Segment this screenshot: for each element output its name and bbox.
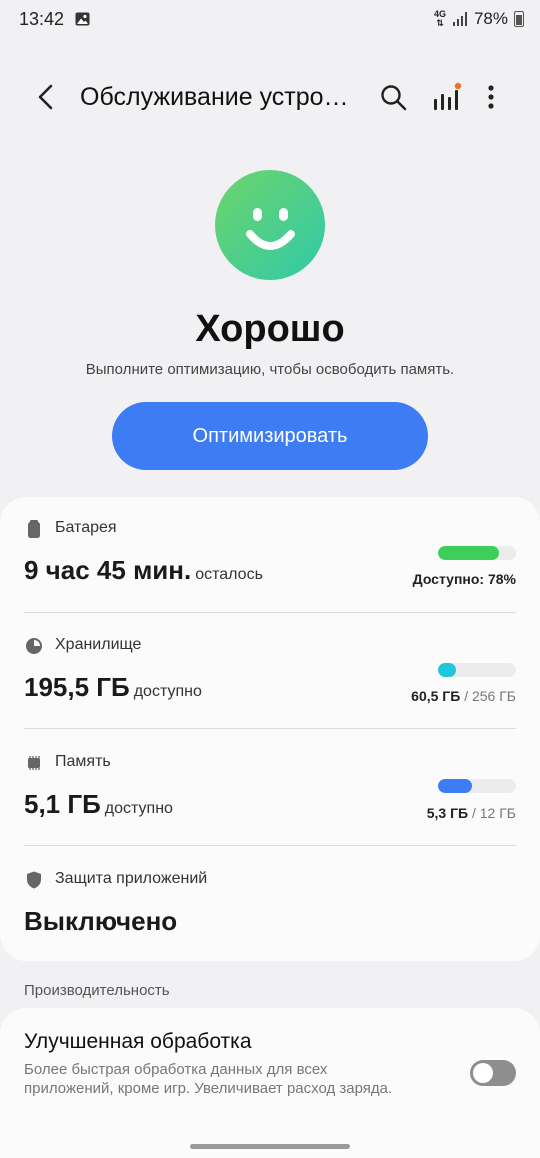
storage-pie-icon [26,638,42,654]
storage-value: 195,5 ГБ доступно [24,672,202,702]
home-indicator[interactable] [190,1144,350,1149]
memory-row[interactable]: Память 5,1 ГБ доступно 5,3 ГБ / 12 ГБ [24,753,516,845]
page-title: Обслуживание устройства [80,83,358,111]
gallery-icon [75,12,90,26]
device-status-title: Хорошо [195,308,345,350]
storage-usage-bar [438,663,516,677]
battery-value: 9 час 45 мин. осталось [24,555,263,585]
memory-usage-text: 5,3 ГБ / 12 ГБ [426,805,516,821]
stats-badge [454,82,462,90]
shield-icon [27,871,41,889]
enhanced-processing-card[interactable]: Улучшенная обработка Более быстрая обраб… [0,1008,540,1158]
storage-usage-text: 60,5 ГБ / 256 ГБ [411,688,516,704]
app-protection-value: Выключено [24,906,178,936]
battery-icon [514,11,524,27]
device-status-subtitle: Выполните оптимизацию, чтобы освободить … [85,361,455,378]
battery-level-bar [438,546,516,560]
storage-row[interactable]: Хранилище 195,5 ГБ доступно 60,5 ГБ / 256… [24,636,516,728]
more-vert-icon[interactable] [480,82,502,114]
enhanced-processing-title: Улучшенная обработка [24,1030,252,1053]
app-protection-row[interactable]: Защита приложений Выключено [24,870,516,950]
back-arrow-icon[interactable] [30,80,64,114]
status-bar: 13:42 4G ⇅ 78% [0,0,540,40]
status-time: 13:42 [19,9,65,29]
network-4g-icon: 4G ⇅ [433,9,446,28]
status-smiley-icon [215,170,325,280]
memory-chip-icon [28,756,40,770]
memory-usage-fill [438,779,473,793]
divider [24,845,516,846]
battery-available: Доступно: 78% [412,571,516,587]
search-icon[interactable] [378,82,410,114]
battery-row[interactable]: Батарея 9 час 45 мин. осталось Доступно: … [24,519,516,611]
stats-icon[interactable] [430,82,462,114]
memory-usage-bar [438,779,516,793]
battery-label: Батарея [55,519,117,536]
battery-percent: 78% [473,9,508,28]
app-bar: Обслуживание устройства [0,70,540,126]
signal-icon [452,12,467,26]
storage-label: Хранилище [55,636,142,653]
memory-value: 5,1 ГБ доступно [24,789,173,819]
optimize-button[interactable]: Оптимизировать [112,402,428,470]
storage-usage-fill [438,663,457,677]
enhanced-processing-toggle[interactable] [470,1060,516,1086]
status-right-group: 4G ⇅ 78% [434,9,524,29]
device-care-card: Батарея 9 час 45 мин. осталось Доступно: … [0,497,540,961]
enhanced-processing-description: Более быстрая обработка данных для всех … [24,1061,393,1097]
divider [24,728,516,729]
memory-label: Память [55,753,111,770]
battery-level-fill [438,546,499,560]
divider [24,612,516,613]
toggle-knob [473,1063,493,1083]
performance-section-label: Производительность [24,982,170,999]
app-protection-label: Защита приложений [55,870,208,887]
battery-icon [28,520,40,538]
